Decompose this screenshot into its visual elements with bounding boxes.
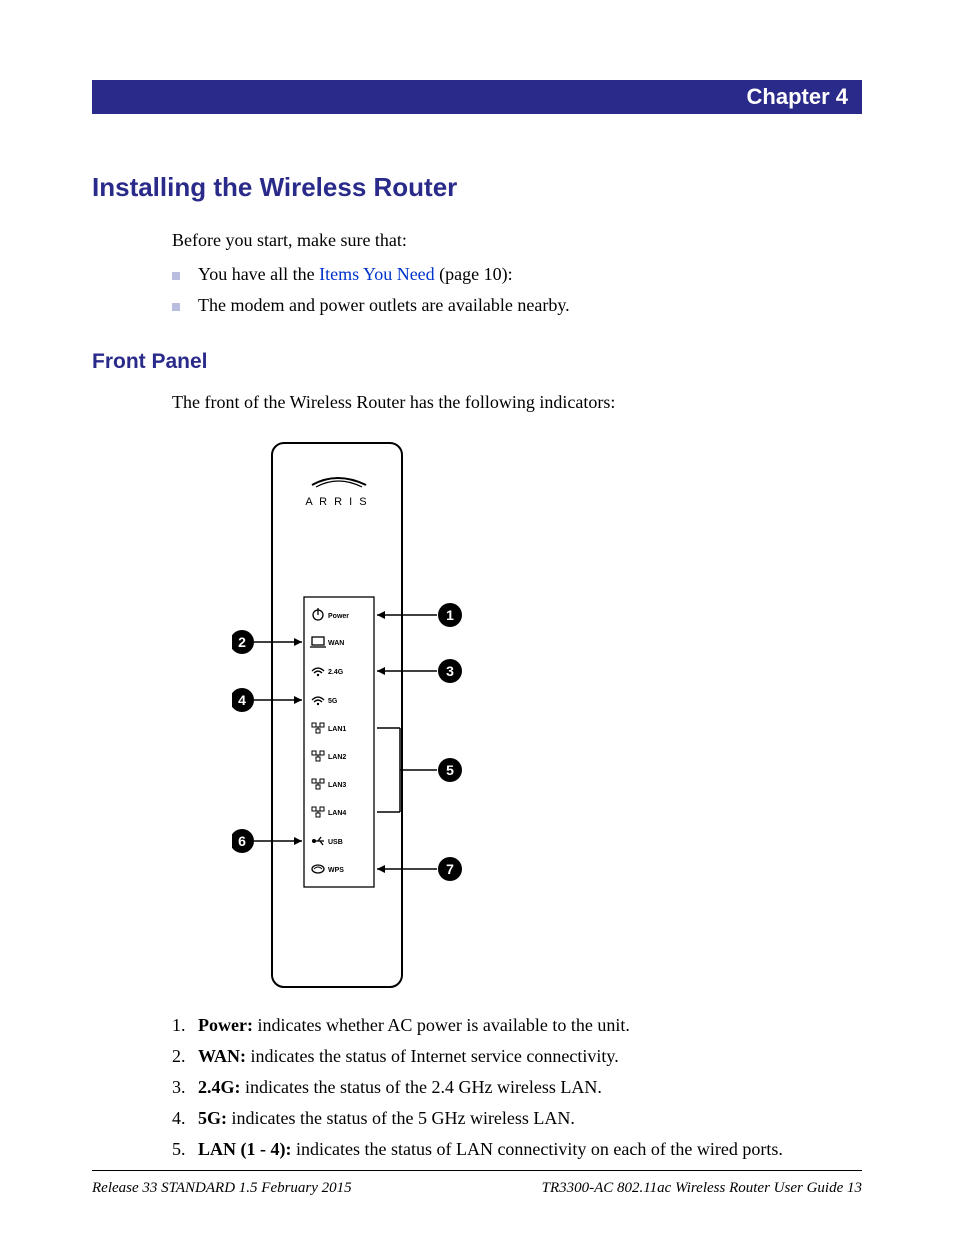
bullet-text: The modem and power outlets are availabl… xyxy=(198,295,570,316)
bullet-text: You have all the xyxy=(198,264,319,284)
chapter-label: Chapter 4 xyxy=(747,84,848,110)
svg-text:LAN2: LAN2 xyxy=(328,754,346,761)
svg-text:6: 6 xyxy=(238,833,246,849)
svg-text:LAN3: LAN3 xyxy=(328,782,346,789)
list-label: 5G: xyxy=(198,1108,227,1128)
list-item: 4. 5G: indicates the status of the 5 GHz… xyxy=(172,1108,862,1129)
page-title: Installing the Wireless Router xyxy=(92,172,862,203)
numbered-list: 1. Power: indicates whether AC power is … xyxy=(172,1015,862,1160)
svg-text:WAN: WAN xyxy=(328,640,344,647)
list-text: indicates the status of Internet service… xyxy=(246,1046,619,1066)
brand-text: A R R I S xyxy=(305,496,368,508)
list-item: The modem and power outlets are availabl… xyxy=(172,295,862,316)
list-item: 3. 2.4G: indicates the status of the 2.4… xyxy=(172,1077,862,1098)
bullet-text: (page 10): xyxy=(435,264,513,284)
list-text: indicates the status of the 5 GHz wirele… xyxy=(227,1108,575,1128)
list-item: 5. LAN (1 - 4): indicates the status of … xyxy=(172,1139,862,1160)
front-panel-diagram: A R R I S Power WAN 2.4G 5G xyxy=(232,437,552,993)
svg-text:Power: Power xyxy=(328,613,349,620)
list-label: LAN (1 - 4): xyxy=(198,1139,291,1159)
bullet-icon xyxy=(172,272,180,280)
list-item: You have all the Items You Need (page 10… xyxy=(172,264,862,285)
svg-text:USB: USB xyxy=(328,839,343,846)
footer-left: Release 33 STANDARD 1.5 February 2015 xyxy=(92,1180,352,1197)
svg-text:3: 3 xyxy=(446,663,454,679)
list-number: 1. xyxy=(172,1015,198,1036)
list-label: 2.4G: xyxy=(198,1077,241,1097)
list-text: indicates whether AC power is available … xyxy=(253,1015,630,1035)
list-number: 5. xyxy=(172,1139,198,1160)
svg-text:LAN4: LAN4 xyxy=(328,810,346,817)
section-intro: The front of the Wireless Router has the… xyxy=(172,392,862,413)
svg-text:LAN1: LAN1 xyxy=(328,726,346,733)
list-text: indicates the status of LAN connectivity… xyxy=(291,1139,782,1159)
footer: Release 33 STANDARD 1.5 February 2015 TR… xyxy=(92,1180,862,1197)
svg-text:2: 2 xyxy=(238,634,246,650)
list-item: 2. WAN: indicates the status of Internet… xyxy=(172,1046,862,1067)
list-number: 2. xyxy=(172,1046,198,1067)
list-text: indicates the status of the 2.4 GHz wire… xyxy=(241,1077,602,1097)
svg-text:WPS: WPS xyxy=(328,867,344,874)
footer-rule xyxy=(92,1170,862,1171)
svg-text:5G: 5G xyxy=(328,698,338,705)
section-heading: Front Panel xyxy=(92,350,862,374)
svg-text:2.4G: 2.4G xyxy=(328,669,344,676)
svg-text:4: 4 xyxy=(238,692,246,708)
list-label: WAN: xyxy=(198,1046,246,1066)
bullet-list: You have all the Items You Need (page 10… xyxy=(172,264,862,316)
intro-text: Before you start, make sure that: xyxy=(172,227,862,254)
svg-text:1: 1 xyxy=(446,607,454,623)
list-item: 1. Power: indicates whether AC power is … xyxy=(172,1015,862,1036)
list-number: 4. xyxy=(172,1108,198,1129)
chapter-bar: Chapter 4 xyxy=(92,80,862,114)
list-number: 3. xyxy=(172,1077,198,1098)
list-label: Power: xyxy=(198,1015,253,1035)
svg-text:5: 5 xyxy=(446,762,454,778)
svg-text:7: 7 xyxy=(446,861,454,877)
items-you-need-link[interactable]: Items You Need xyxy=(319,264,435,284)
footer-right: TR3300-AC 802.11ac Wireless Router User … xyxy=(542,1180,862,1197)
bullet-icon xyxy=(172,303,180,311)
page: Chapter 4 Installing the Wireless Router… xyxy=(0,0,954,1235)
